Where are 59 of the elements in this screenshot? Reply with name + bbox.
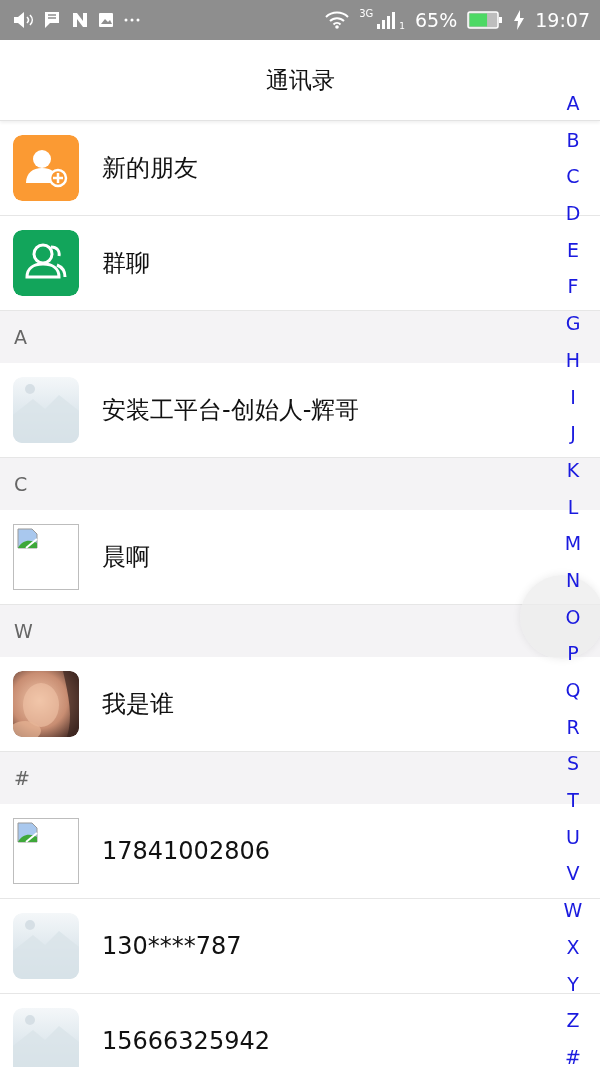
index-letter[interactable]: L	[558, 488, 588, 526]
index-letter[interactable]: V	[558, 855, 588, 893]
index-letter[interactable]: H	[558, 341, 588, 379]
index-letter[interactable]: P	[558, 635, 588, 672]
section-letter: W	[14, 620, 33, 642]
index-letter[interactable]: B	[558, 121, 588, 159]
sim-number: 1	[399, 21, 405, 31]
index-letter[interactable]: I	[558, 378, 588, 416]
clock-time: 19:07	[535, 9, 590, 31]
index-letter[interactable]: F	[558, 268, 588, 306]
index-letter[interactable]: G	[558, 305, 588, 342]
n-logo-icon	[72, 12, 88, 28]
image-placeholder-icon	[13, 377, 79, 443]
contact-name[interactable]: 130****787	[102, 932, 242, 960]
index-letter[interactable]: #	[558, 1038, 588, 1067]
index-letter[interactable]: X	[558, 928, 588, 966]
battery-percent: 65%	[415, 9, 458, 31]
contact-name[interactable]: 安装工平台-创始人-辉哥	[102, 394, 360, 426]
contact-name[interactable]: 我是谁	[102, 688, 174, 720]
index-letter[interactable]: Z	[558, 1002, 588, 1039]
index-letter[interactable]: O	[558, 598, 588, 636]
section-letter: C	[14, 473, 28, 495]
index-letter[interactable]: E	[558, 231, 588, 269]
image-icon	[98, 12, 114, 28]
page-title: 通讯录	[265, 65, 335, 95]
signal-icon	[377, 11, 398, 29]
more-icon	[124, 18, 140, 22]
contact-name[interactable]: 17841002806	[102, 837, 270, 865]
index-letter[interactable]: T	[558, 782, 588, 819]
index-letter[interactable]: C	[558, 158, 588, 196]
image-placeholder-icon	[13, 1008, 79, 1067]
broken-image-icon	[13, 524, 79, 590]
image-placeholder-icon	[13, 913, 79, 979]
index-letter[interactable]: Y	[558, 965, 588, 1003]
entry-label[interactable]: 新的朋友	[102, 152, 198, 184]
index-letter[interactable]: A	[558, 85, 588, 122]
broken-image-icon	[13, 818, 79, 884]
group-chat-icon	[13, 230, 79, 296]
contact-name[interactable]: 晨啊	[102, 541, 150, 573]
index-letter[interactable]: J	[558, 415, 588, 452]
index-letter[interactable]: D	[558, 195, 588, 232]
network-type: 3G	[359, 8, 374, 19]
entry-label[interactable]: 群聊	[102, 247, 150, 279]
battery-icon	[467, 11, 504, 29]
volume-icon	[12, 11, 34, 29]
index-letter[interactable]: K	[558, 451, 588, 489]
section-letter: #	[14, 767, 30, 789]
add-friend-icon	[13, 135, 79, 201]
section-letter: A	[14, 326, 27, 348]
wifi-icon	[325, 11, 350, 29]
message-icon	[44, 11, 62, 29]
index-letter[interactable]: S	[558, 745, 588, 783]
contact-name[interactable]: 15666325942	[102, 1027, 270, 1055]
index-letter[interactable]: Q	[558, 672, 588, 709]
index-letter[interactable]: W	[558, 892, 588, 929]
index-letter[interactable]: M	[558, 525, 588, 562]
index-letter[interactable]: U	[558, 818, 588, 856]
index-letter[interactable]: N	[558, 561, 588, 599]
index-letter[interactable]: R	[558, 708, 588, 746]
